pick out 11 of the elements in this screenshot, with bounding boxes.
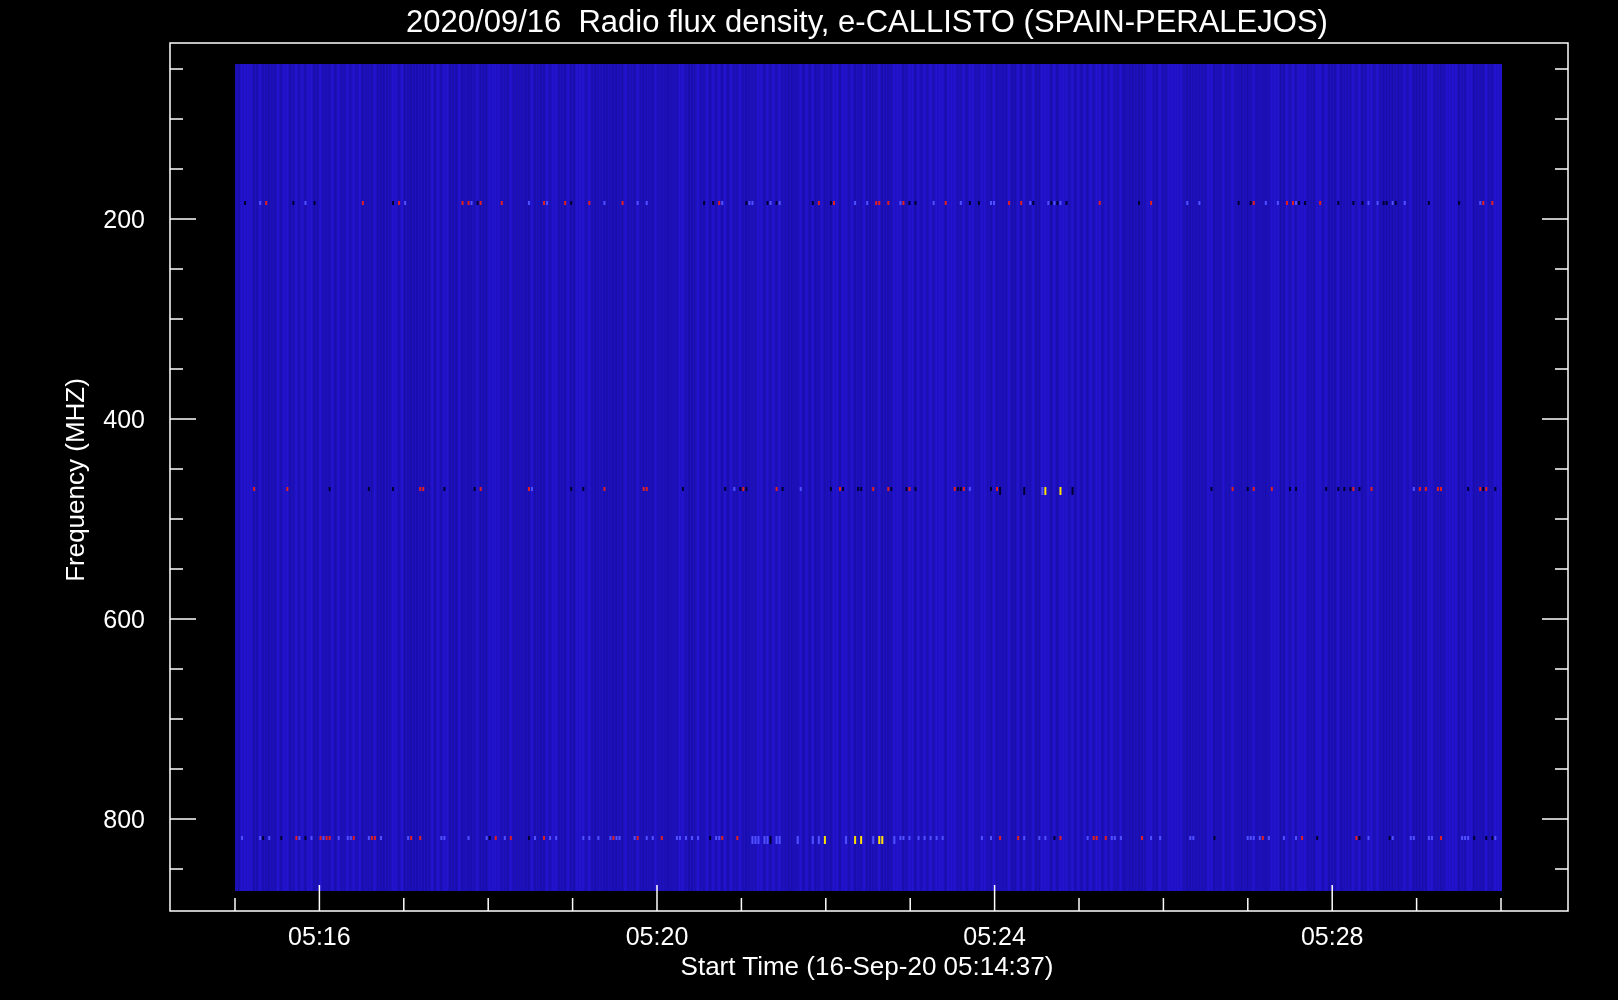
y-tick-label: 200: [103, 205, 145, 233]
x-tick-label: 05:24: [963, 922, 1026, 950]
y-axis-label: Frequency (MHZ): [60, 378, 90, 582]
x-tick-label: 05:28: [1300, 922, 1364, 950]
y-tick-label: 800: [103, 805, 145, 833]
x-axis-label: Start Time (16-Sep-20 05:14:37): [680, 951, 1054, 981]
y-tick-label: 400: [103, 405, 145, 433]
chart-title: 2020/09/16 Radio flux density, e-CALLISTO (SPAIN-PERALEJOS): [406, 4, 1328, 39]
y-tick-label: 600: [103, 605, 145, 633]
x-tick-label: 05:16: [288, 922, 351, 950]
x-tick-label: 05:20: [625, 922, 689, 950]
